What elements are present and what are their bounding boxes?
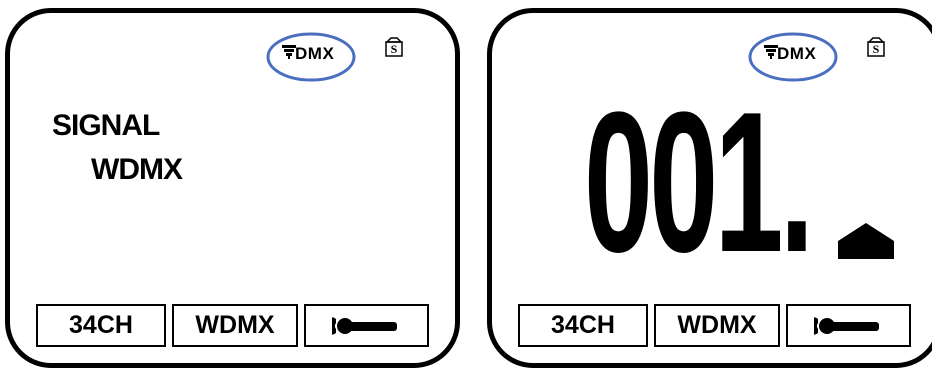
wrench-icon — [331, 316, 397, 335]
signal-mode-button[interactable]: WDMX — [172, 304, 298, 347]
storage-icon: S — [867, 37, 885, 57]
bottom-bar: 34CH WDMX — [518, 304, 911, 347]
display-panel-address: DMX S 001. 34CH WDMX — [487, 8, 932, 368]
dmx-address-display: 001. — [584, 71, 814, 294]
storage-icon: S — [385, 37, 403, 57]
channel-mode-button[interactable]: 34CH — [36, 304, 166, 347]
dmx-label: DMX — [777, 44, 817, 63]
channel-mode-button[interactable]: 34CH — [518, 304, 648, 347]
storage-label: S — [390, 42, 398, 56]
signal-mode-button[interactable]: WDMX — [654, 304, 780, 347]
up-arrow-icon — [838, 223, 894, 259]
storage-label: S — [872, 42, 880, 56]
dmx-label: DMX — [295, 44, 335, 63]
wrench-icon — [813, 316, 879, 335]
dmx-status-indicator: DMX — [265, 31, 357, 83]
display-panel-signal: DMX S SIGNAL WDMX 34CH WDMX — [5, 8, 460, 368]
signal-title: SIGNAL — [52, 109, 160, 142]
bottom-bar: 34CH WDMX — [36, 304, 429, 347]
settings-button[interactable] — [786, 304, 911, 347]
signal-icon — [764, 45, 778, 59]
settings-button[interactable] — [304, 304, 429, 347]
signal-icon — [282, 45, 296, 59]
signal-source: WDMX — [91, 153, 183, 186]
